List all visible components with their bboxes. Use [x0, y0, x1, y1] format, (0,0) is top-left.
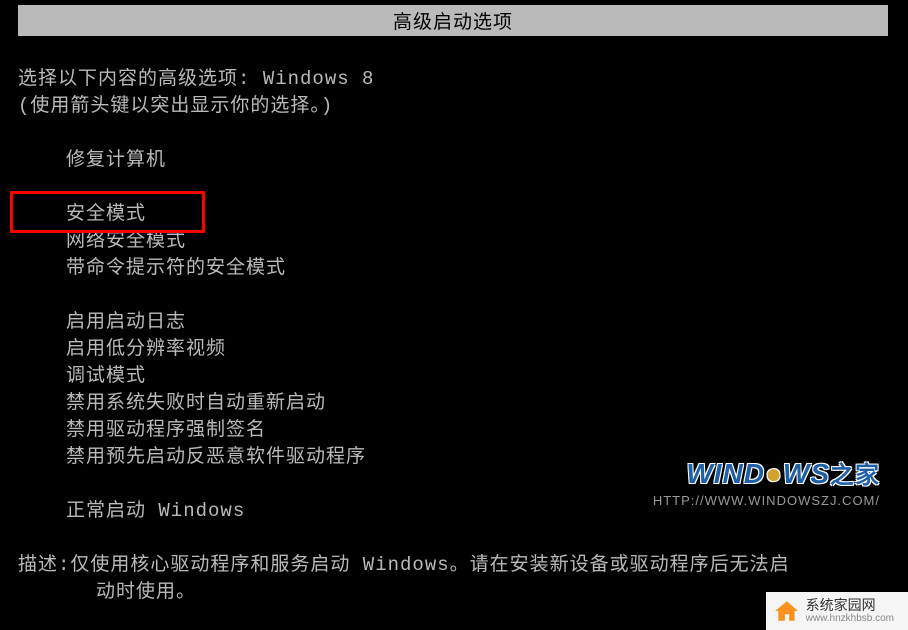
menu-item-disable-restart[interactable]: 禁用系统失败时自动重新启动 [66, 390, 890, 417]
watermark-site-url: www.hnzkhbsb.com [806, 613, 894, 624]
description-text-1: 仅使用核心驱动程序和服务启动 Windows。请在安装新设备或驱动程序后无法启 [70, 554, 789, 576]
instruction-line-1: 选择以下内容的高级选项: Windows 8 [18, 66, 890, 93]
menu-item-safe-mode-cmd[interactable]: 带命令提示符的安全模式 [66, 255, 890, 282]
menu-item-safe-mode[interactable]: 安全模式 [66, 201, 890, 228]
title-bar: 高级启动选项 [18, 5, 888, 36]
menu-item-low-res[interactable]: 启用低分辨率视频 [66, 336, 890, 363]
boot-menu: 修复计算机 安全模式 网络安全模式 带命令提示符的安全模式 启用启动日志 启用低… [18, 147, 890, 525]
menu-item-boot-log[interactable]: 启用启动日志 [66, 309, 890, 336]
menu-item-disable-antimalware[interactable]: 禁用预先启动反恶意软件驱动程序 [66, 444, 890, 471]
menu-item-safe-mode-network[interactable]: 网络安全模式 [66, 228, 890, 255]
menu-item-disable-driver-sig[interactable]: 禁用驱动程序强制签名 [66, 417, 890, 444]
title-text: 高级启动选项 [393, 12, 513, 34]
menu-item-repair[interactable]: 修复计算机 [66, 147, 890, 174]
content-area: 选择以下内容的高级选项: Windows 8 (使用箭头键以突出显示你的选择。)… [0, 36, 908, 606]
description-label: 描述: [18, 552, 70, 579]
menu-item-debug[interactable]: 调试模式 [66, 363, 890, 390]
description-text-2: 动时使用。 [18, 579, 890, 606]
instruction-line-2: (使用箭头键以突出显示你的选择。) [18, 93, 890, 120]
description-section: 描述: 仅使用核心驱动程序和服务启动 Windows。请在安装新设备或驱动程序后… [18, 552, 890, 606]
menu-item-normal[interactable]: 正常启动 Windows [66, 498, 890, 525]
